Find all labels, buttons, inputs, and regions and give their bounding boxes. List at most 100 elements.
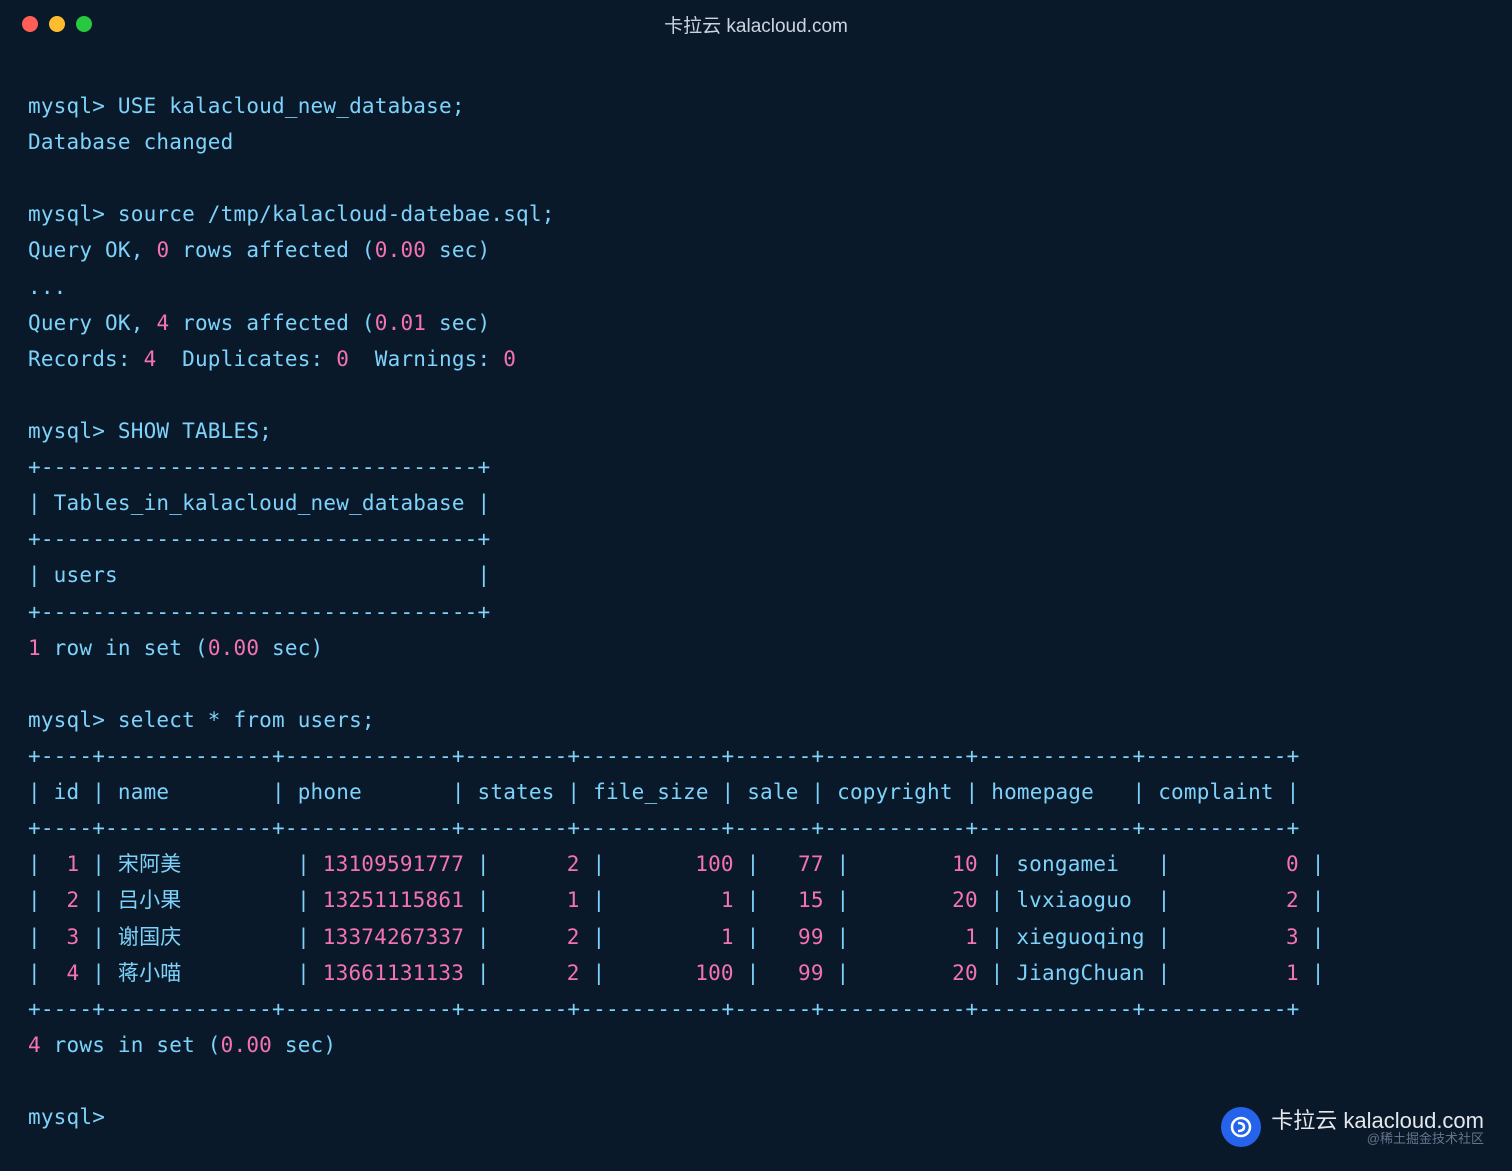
cell-sep: | — [1299, 888, 1325, 912]
tbl-header: | id | name | phone | states | file_size… — [28, 780, 1299, 804]
terminal-window: 卡拉云 kalacloud.com mysql> USE kalacloud_n… — [0, 0, 1512, 1171]
cell-sep: | — [297, 925, 323, 949]
cell-name: 谢国庆 — [118, 925, 297, 949]
tbl-border: +----+-------------+-------------+------… — [28, 997, 1299, 1021]
cell-sep: | — [28, 852, 54, 876]
cell-states: 2 — [503, 961, 580, 985]
prompt: mysql> — [28, 708, 105, 732]
cell-file-size: 1 — [618, 925, 734, 949]
cell-sep: | — [1145, 852, 1184, 876]
cell-name: 吕小果 — [118, 888, 297, 912]
prompt: mysql> — [28, 1105, 105, 1129]
cell-complaint: 0 — [1183, 852, 1299, 876]
resp-num: 4 — [156, 311, 169, 335]
cell-sale: 15 — [772, 888, 823, 912]
count-text: sec) — [272, 1033, 336, 1057]
cell-complaint: 1 — [1183, 961, 1299, 985]
cell-copyright: 1 — [862, 925, 978, 949]
resp-text: sec) — [426, 311, 490, 335]
cell-file-size: 100 — [618, 852, 734, 876]
resp-text: Query OK, — [28, 311, 156, 335]
cell-sep: | — [1145, 961, 1184, 985]
cell-sep: | — [978, 888, 1017, 912]
cell-sep: | — [1299, 925, 1325, 949]
cell-sep: | — [1145, 925, 1184, 949]
cell-states: 2 — [503, 925, 580, 949]
cell-id: 1 — [54, 852, 80, 876]
cell-sep: | — [297, 852, 323, 876]
cell-id: 3 — [54, 925, 80, 949]
logo-icon — [1221, 1107, 1261, 1147]
resp-num: 0.01 — [375, 311, 426, 335]
cmd-use: USE kalacloud_new_database; — [118, 94, 465, 118]
cell-sep: | — [1145, 888, 1184, 912]
resp-text: Records: — [28, 347, 144, 371]
cell-sep: | — [734, 888, 773, 912]
cell-sep: | — [79, 888, 118, 912]
tbl-header: | Tables_in_kalacloud_new_database | — [28, 491, 490, 515]
cmd-select: select * from users; — [118, 708, 375, 732]
cell-sep: | — [28, 961, 54, 985]
cell-complaint: 2 — [1183, 888, 1299, 912]
cell-complaint: 3 — [1183, 925, 1299, 949]
resp-text: rows affected ( — [169, 311, 375, 335]
cell-file-size: 1 — [618, 888, 734, 912]
cell-file-size: 100 — [618, 961, 734, 985]
cell-sep: | — [1299, 961, 1325, 985]
cell-sep: | — [734, 925, 773, 949]
cell-sep: | — [464, 961, 503, 985]
terminal-body[interactable]: mysql> USE kalacloud_new_database; Datab… — [0, 48, 1512, 1155]
cmd-source: source /tmp/kalacloud-datebae.sql; — [118, 202, 555, 226]
tbl-border: +----+-------------+-------------+------… — [28, 816, 1299, 840]
resp-text: rows affected ( — [169, 238, 375, 262]
resp-num: 4 — [144, 347, 157, 371]
cell-sale: 99 — [772, 925, 823, 949]
resp-num: 0.00 — [375, 238, 426, 262]
tbl-border: +----+-------------+-------------+------… — [28, 744, 1299, 768]
cell-sep: | — [1299, 852, 1325, 876]
watermark: 卡拉云 kalacloud.com @稀土掘金技术社区 — [1221, 1107, 1484, 1147]
titlebar: 卡拉云 kalacloud.com — [0, 0, 1512, 48]
tbl-border: +----------------------------------+ — [28, 455, 490, 479]
cell-sep: | — [978, 852, 1017, 876]
cell-id: 4 — [54, 961, 80, 985]
count-num: 4 — [28, 1033, 41, 1057]
cell-sep: | — [28, 925, 54, 949]
cell-states: 2 — [503, 852, 580, 876]
cell-sep: | — [580, 888, 619, 912]
cell-sep: | — [824, 961, 863, 985]
cell-sep: | — [464, 925, 503, 949]
resp-text: Query OK, — [28, 238, 156, 262]
watermark-sub: @稀土掘金技术社区 — [1271, 1132, 1484, 1146]
cell-copyright: 20 — [862, 888, 978, 912]
minimize-icon[interactable] — [49, 16, 65, 32]
cell-copyright: 10 — [862, 852, 978, 876]
cmd-show: SHOW TABLES; — [118, 419, 272, 443]
cell-id: 2 — [54, 888, 80, 912]
prompt: mysql> — [28, 94, 105, 118]
cell-homepage: songamei — [1016, 852, 1144, 876]
maximize-icon[interactable] — [76, 16, 92, 32]
tbl-border: +----------------------------------+ — [28, 600, 490, 624]
cell-sep: | — [464, 888, 503, 912]
cell-sep: | — [978, 961, 1017, 985]
cell-states: 1 — [503, 888, 580, 912]
tbl-border: +----------------------------------+ — [28, 527, 490, 551]
count-num: 1 — [28, 636, 41, 660]
close-icon[interactable] — [22, 16, 38, 32]
ellipsis: ... — [28, 275, 67, 299]
count-text: row in set ( — [41, 636, 208, 660]
cell-sep: | — [580, 925, 619, 949]
resp-text: sec) — [426, 238, 490, 262]
count-text: sec) — [259, 636, 323, 660]
cell-sale: 77 — [772, 852, 823, 876]
cell-phone: 13374267337 — [323, 925, 464, 949]
resp-text: Duplicates: — [156, 347, 336, 371]
resp-text: Warnings: — [349, 347, 503, 371]
cell-homepage: lvxiaoguo — [1016, 888, 1144, 912]
cell-phone: 13661131133 — [323, 961, 464, 985]
resp-use: Database changed — [28, 130, 234, 154]
cell-sep: | — [580, 852, 619, 876]
table-row: | 2 | 吕小果 | 13251115861 | 1 | 1 | 15 | 2… — [28, 888, 1325, 912]
table-row: | 3 | 谢国庆 | 13374267337 | 2 | 1 | 99 | 1… — [28, 925, 1325, 949]
